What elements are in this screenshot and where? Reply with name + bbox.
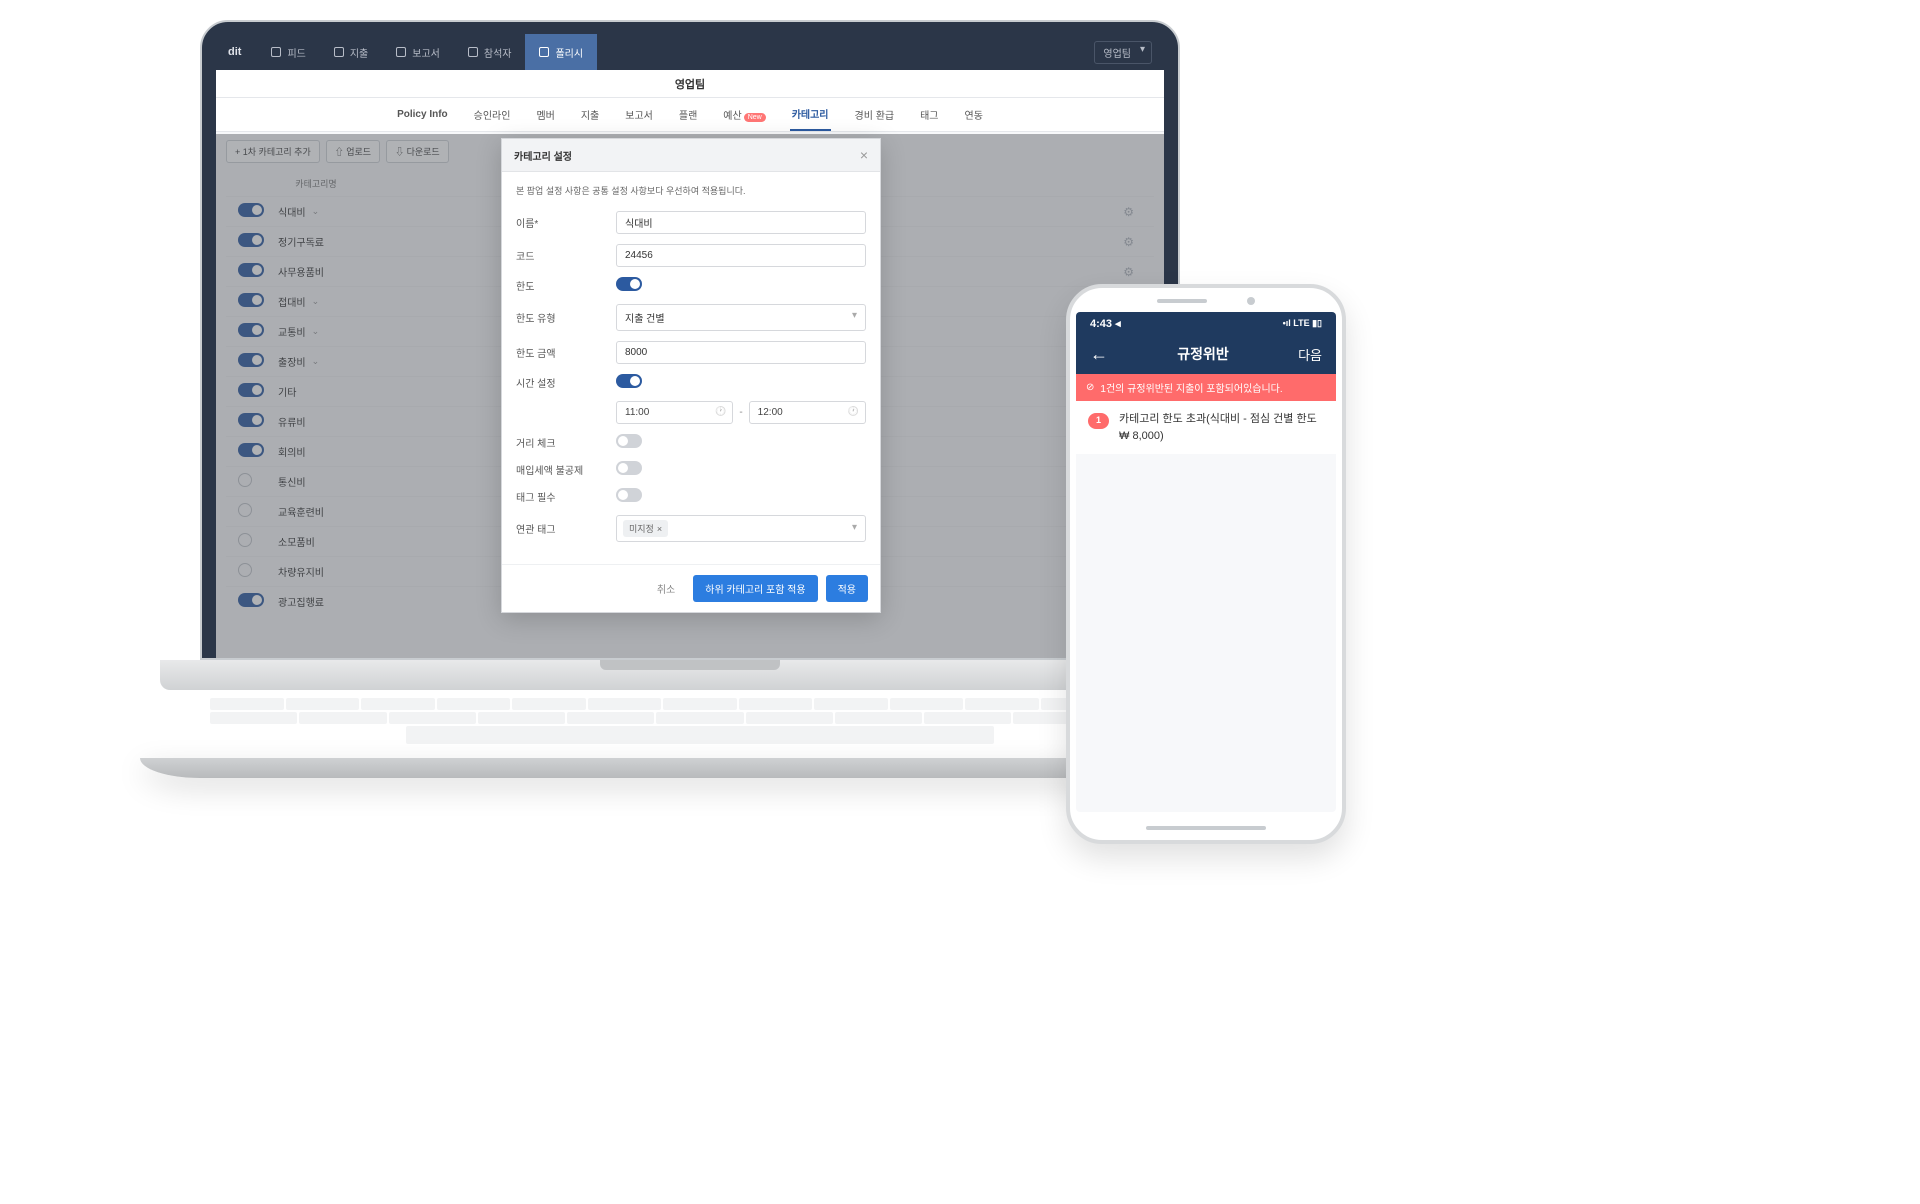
tab-reimburse[interactable]: 경비 환급 <box>853 99 897 130</box>
tag-required-toggle[interactable] <box>616 488 642 502</box>
tab-approval-line[interactable]: 승인라인 <box>472 99 513 130</box>
top-nav: dit 피드 지출 보고서 참석자 폴리시 영업팀 <box>216 34 1164 70</box>
name-label: 이름* <box>516 215 616 230</box>
phone-status-bar: 4:43 ◂ •ıl LTE ▮▯ <box>1076 312 1336 334</box>
app-brand: dit <box>228 46 241 58</box>
speaker-icon <box>1157 299 1207 303</box>
nav-feed[interactable]: 피드 <box>257 34 319 70</box>
apply-subcategory-button[interactable]: 하위 카테고리 포함 적용 <box>693 575 817 602</box>
modal-footer: 취소 하위 카테고리 포함 적용 적용 <box>502 564 880 612</box>
related-tag-select[interactable]: 미지정× <box>616 515 866 542</box>
phone-app-bar: ← 규정위반 다음 <box>1076 334 1336 374</box>
time-to-input[interactable]: 12:00 <box>749 401 866 424</box>
page-title: 영업팀 <box>216 70 1164 98</box>
receipt-icon <box>334 47 344 57</box>
warning-text: 1건의 규정위반된 지출이 포함되어있습니다. <box>1100 380 1282 395</box>
phone-mockup: 4:43 ◂ •ıl LTE ▮▯ ← 규정위반 다음 ⊘ 1건의 규정위반된 … <box>1066 284 1346 844</box>
time-label: 시간 설정 <box>516 375 616 390</box>
cancel-button[interactable]: 취소 <box>647 575 685 602</box>
time-from-input[interactable]: 11:00 <box>616 401 733 424</box>
team-selector[interactable]: 영업팀 <box>1094 41 1152 64</box>
phone-bezel: 4:43 ◂ •ıl LTE ▮▯ ← 규정위반 다음 ⊘ 1건의 규정위반된 … <box>1066 284 1346 844</box>
tab-expense[interactable]: 지출 <box>579 99 601 130</box>
policy-icon <box>539 47 549 57</box>
nondeductible-label: 매입세액 불공제 <box>516 462 616 477</box>
tab-category[interactable]: 카테고리 <box>790 98 831 131</box>
related-tag-label: 연관 태그 <box>516 521 616 536</box>
tab-report[interactable]: 보고서 <box>623 99 655 130</box>
tab-tag[interactable]: 태그 <box>918 99 940 130</box>
modal-header: 카테고리 설정 × <box>502 139 880 172</box>
limit-toggle[interactable] <box>616 277 642 291</box>
apply-button[interactable]: 적용 <box>826 575 868 602</box>
new-badge: New <box>744 113 766 122</box>
nondeductible-toggle[interactable] <box>616 461 642 475</box>
distance-label: 거리 체크 <box>516 435 616 450</box>
nav-report[interactable]: 보고서 <box>382 34 454 70</box>
limit-type-label: 한도 유형 <box>516 310 616 325</box>
limit-amount-label: 한도 금액 <box>516 345 616 360</box>
policy-tabs: Policy Info 승인라인 멤버 지출 보고서 플랜 예산New 카테고리… <box>216 98 1164 132</box>
laptop-display: dit 피드 지출 보고서 참석자 폴리시 영업팀 영업팀 Policy Inf… <box>216 34 1164 658</box>
nav-policy[interactable]: 폴리시 <box>525 34 597 70</box>
time-toggle[interactable] <box>616 374 642 388</box>
violation-text: 카테고리 한도 초과(식대비 - 점심 건별 한도 ₩ 8,000) <box>1119 411 1317 444</box>
tag-chip: 미지정× <box>623 520 668 537</box>
back-icon[interactable]: ← <box>1090 344 1108 365</box>
status-time: 4:43 ◂ <box>1090 317 1121 330</box>
status-signal: •ıl LTE ▮▯ <box>1283 318 1322 329</box>
limit-label: 한도 <box>516 278 616 293</box>
violation-count-badge: 1 <box>1088 413 1109 429</box>
document-icon <box>396 47 406 57</box>
tab-budget[interactable]: 예산New <box>721 99 767 130</box>
tag-required-label: 태그 필수 <box>516 489 616 504</box>
next-button[interactable]: 다음 <box>1298 345 1322 364</box>
tab-member[interactable]: 멤버 <box>534 99 556 130</box>
name-input[interactable] <box>616 211 866 234</box>
phone-display: 4:43 ◂ •ıl LTE ▮▯ ← 규정위반 다음 ⊘ 1건의 규정위반된 … <box>1076 312 1336 812</box>
time-separator: - <box>739 407 742 418</box>
laptop-screen-bezel: dit 피드 지출 보고서 참석자 폴리시 영업팀 영업팀 Policy Inf… <box>200 20 1180 660</box>
phone-notch <box>1076 296 1336 306</box>
tab-integration[interactable]: 연동 <box>963 99 985 130</box>
code-label: 코드 <box>516 248 616 263</box>
code-input[interactable] <box>616 244 866 267</box>
remove-tag-icon[interactable]: × <box>657 524 662 534</box>
violation-warning-bar: ⊘ 1건의 규정위반된 지출이 포함되어있습니다. <box>1076 374 1336 401</box>
limit-type-select[interactable]: 지출 건별 <box>616 304 866 331</box>
violation-item[interactable]: 1 카테고리 한도 초과(식대비 - 점심 건별 한도 ₩ 8,000) <box>1076 401 1336 454</box>
tab-plan[interactable]: 플랜 <box>677 99 699 130</box>
camera-icon <box>1247 297 1255 305</box>
close-icon[interactable]: × <box>860 147 868 163</box>
tab-policy-info[interactable]: Policy Info <box>395 101 450 128</box>
nav-attendee[interactable]: 참석자 <box>454 34 526 70</box>
list-icon <box>271 47 281 57</box>
modal-title: 카테고리 설정 <box>514 148 572 163</box>
home-indicator <box>1146 826 1266 830</box>
laptop-base <box>160 660 1220 690</box>
distance-toggle[interactable] <box>616 434 642 448</box>
modal-body: 본 팝업 설정 사항은 공통 설정 사항보다 우선하여 적용됩니다. 이름* 코… <box>502 172 880 564</box>
laptop-mockup: dit 피드 지출 보고서 참석자 폴리시 영업팀 영업팀 Policy Inf… <box>200 20 1200 778</box>
laptop-keyboard <box>210 698 1190 758</box>
modal-description: 본 팝업 설정 사항은 공통 설정 사항보다 우선하여 적용됩니다. <box>516 184 866 197</box>
phone-title: 규정위반 <box>1177 344 1229 364</box>
prohibit-icon: ⊘ <box>1086 382 1094 393</box>
nav-expense[interactable]: 지출 <box>320 34 382 70</box>
category-settings-modal: 카테고리 설정 × 본 팝업 설정 사항은 공통 설정 사항보다 우선하여 적용… <box>501 138 881 613</box>
people-icon <box>468 47 478 57</box>
limit-amount-input[interactable] <box>616 341 866 364</box>
